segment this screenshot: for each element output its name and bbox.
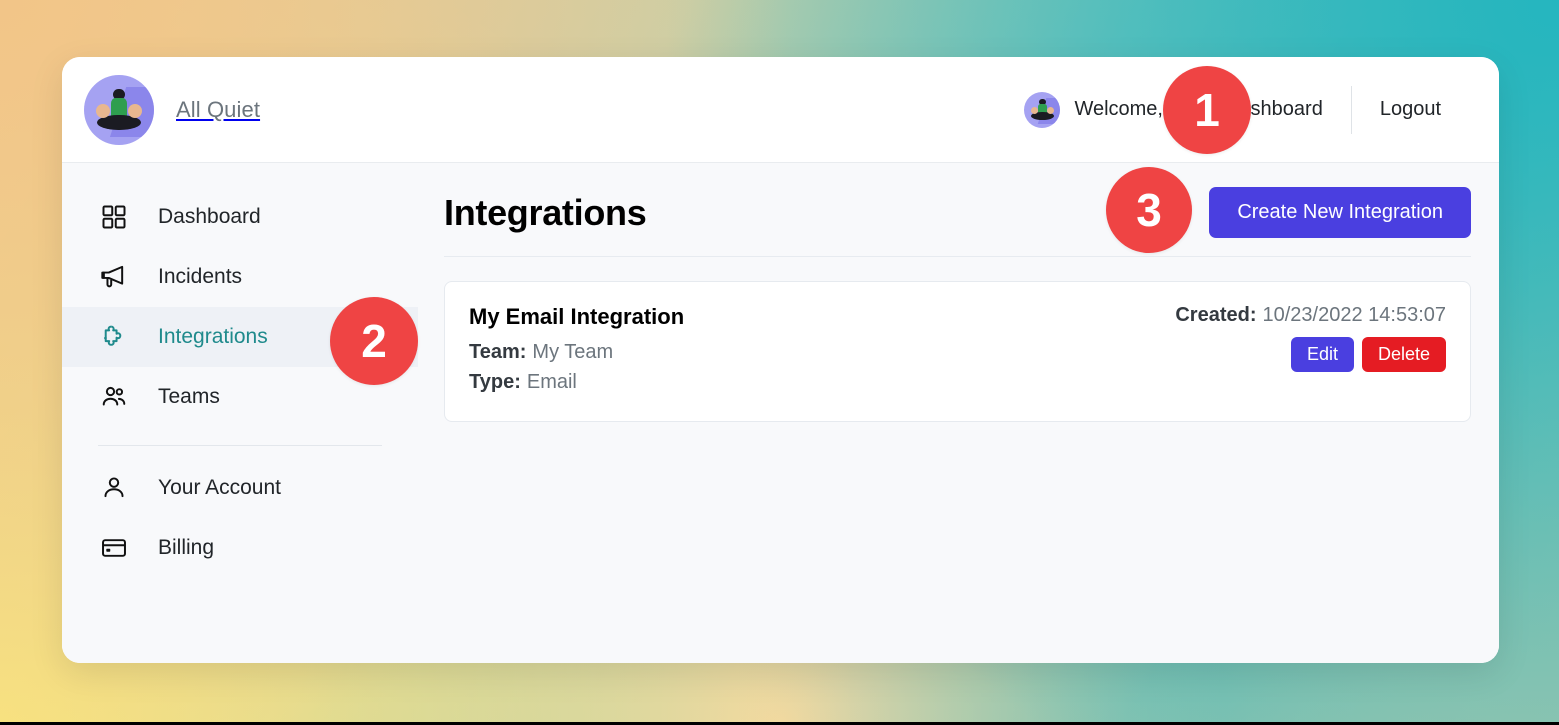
main-content: Integrations Create New Integration My E…: [418, 163, 1499, 663]
integration-type-row: Type: Email: [469, 367, 684, 397]
person-icon: [98, 472, 130, 504]
annotation-badge-1: 1: [1163, 66, 1251, 154]
integration-created-row: Created: 10/23/2022 14:53:07: [1175, 304, 1446, 327]
brand-home-link[interactable]: All Quiet: [84, 74, 261, 145]
user-avatar: [1024, 91, 1061, 128]
megaphone-icon: [98, 261, 130, 293]
integration-type-label: Type:: [469, 371, 521, 393]
integration-team-value: My Team: [532, 341, 614, 363]
integration-type-value: Email: [526, 371, 577, 393]
page-title: Integrations: [444, 191, 647, 233]
grid-icon: [98, 201, 130, 233]
delete-integration-button[interactable]: Delete: [1361, 337, 1446, 372]
meditation-avatar-icon: [84, 74, 154, 145]
integration-card-details: My Email Integration Team: My Team Type: E…: [469, 304, 684, 397]
annotation-badge-2: 2: [330, 297, 418, 385]
integration-card-actions: Edit Delete: [1175, 337, 1446, 372]
sidebar-item-dashboard[interactable]: Dashboard: [62, 187, 418, 247]
app-window: All Quiet Welcome, Dashboard Logout Dash…: [62, 57, 1499, 663]
top-navbar: All Quiet Welcome, Dashboard Logout: [62, 57, 1499, 163]
sidebar-item-billing[interactable]: Billing: [62, 518, 418, 578]
create-new-integration-button[interactable]: Create New Integration: [1209, 187, 1471, 238]
integration-team-row: Team: My Team: [469, 337, 684, 367]
sidebar: Dashboard Incidents Integrations Teams Y…: [62, 163, 418, 663]
integration-created-label: Created:: [1175, 304, 1257, 326]
edit-integration-button[interactable]: Edit: [1290, 337, 1354, 372]
sidebar-label-integrations: Integrations: [158, 325, 268, 348]
credit-card-icon: [98, 532, 130, 564]
sidebar-label-your-account: Your Account: [158, 476, 281, 499]
sidebar-divider: [98, 445, 382, 446]
people-icon: [98, 381, 130, 413]
integration-team-label: Team:: [469, 341, 527, 363]
app-body: Dashboard Incidents Integrations Teams Y…: [62, 163, 1499, 663]
integration-name: My Email Integration: [469, 304, 685, 329]
sidebar-label-teams: Teams: [158, 385, 220, 408]
integration-card-meta: Created: 10/23/2022 14:53:07 Edit Delete: [1151, 304, 1446, 372]
integration-created-value: 10/23/2022 14:53:07: [1262, 304, 1446, 326]
puzzle-piece-icon: [98, 321, 130, 353]
content-header: Integrations Create New Integration: [444, 187, 1471, 257]
sidebar-label-dashboard: Dashboard: [158, 205, 261, 228]
nav-link-logout[interactable]: Logout: [1352, 98, 1469, 121]
sidebar-item-your-account[interactable]: Your Account: [62, 458, 418, 518]
annotation-badge-3: 3: [1106, 167, 1192, 253]
brand-name: All Quiet: [176, 96, 261, 122]
sidebar-label-incidents: Incidents: [158, 265, 243, 288]
sidebar-label-billing: Billing: [158, 536, 215, 559]
integration-card: My Email Integration Team: My Team Type: E…: [444, 281, 1471, 422]
welcome-text: Welcome,: [1074, 98, 1163, 120]
